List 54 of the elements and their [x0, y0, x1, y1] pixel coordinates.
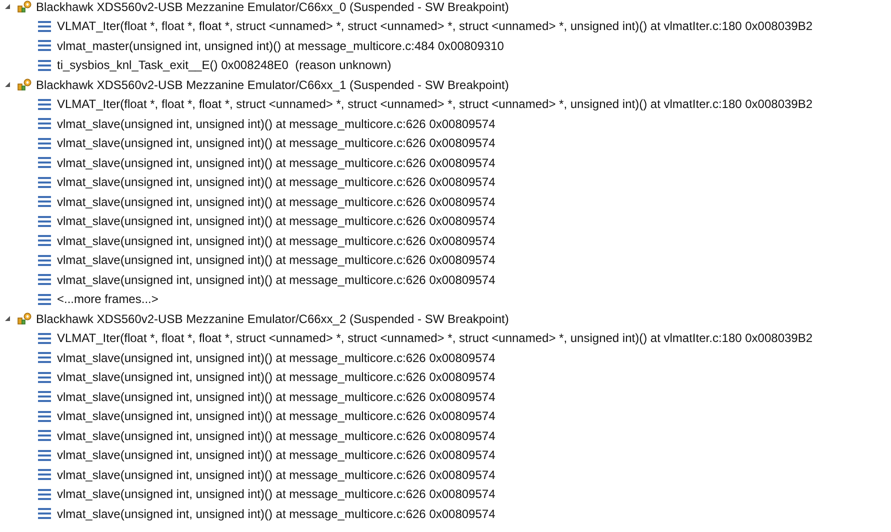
- stack-frame-label[interactable]: vlmat_slave(unsigned int, unsigned int)() at message_multicore.c:626 0x00809574: [57, 212, 496, 230]
- stack-frame-label[interactable]: vlmat_slave(unsigned int, unsigned int)() at message_multicore.c:626 0x00809574: [57, 485, 496, 504]
- stack-frame-icon: [38, 235, 51, 246]
- thread-label[interactable]: Blackhawk XDS560v2-USB Mezzanine Emulator/C66xx_1 (Suspended - SW Breakpoint): [36, 76, 509, 94]
- stack-frame-label[interactable]: vlmat_slave(unsigned int, unsigned int)() at message_multicore.c:626 0x00809574: [57, 388, 496, 406]
- stack-frame-label[interactable]: vlmat_slave(unsigned int, unsigned int)() at message_multicore.c:626 0x00809574: [57, 504, 496, 523]
- stack-frame-label[interactable]: vlmat_slave(unsigned int, unsigned int)() at message_multicore.c:626 0x00809574: [57, 407, 496, 426]
- stack-frame-label[interactable]: vlmat_slave(unsigned int, unsigned int)() at message_multicore.c:626 0x00809574: [57, 192, 496, 211]
- stack-frame-icon: [38, 176, 51, 188]
- stack-frame-icon: [38, 352, 51, 364]
- collapse-triangle-icon[interactable]: [4, 3, 11, 10]
- stack-frame-label[interactable]: ti_sysbios_knl_Task_exit__E() 0x008248E0 (reason unknown): [57, 56, 392, 74]
- stack-frame-icon: [38, 488, 51, 500]
- stack-frame-icon: [38, 294, 51, 305]
- stack-frame-label[interactable]: vlmat_master(unsigned int, unsigned int)() at message_multicore.c:484 0x00809310: [57, 36, 504, 55]
- stack-frame-label[interactable]: <...more frames...>: [57, 290, 158, 308]
- stack-frame-label[interactable]: vlmat_slave(unsigned int, unsigned int)() at message_multicore.c:626 0x00809574: [57, 154, 496, 172]
- stack-frame-label[interactable]: VLMAT_Iter(float *, float *, float *, struct <unnamed> *, struct <unnamed> *, struct <unnamed> *, unsigned int)() at vlmatIter.c:180 0x008039B2: [57, 329, 813, 348]
- stack-frame-icon: [38, 508, 51, 520]
- collapse-triangle-icon[interactable]: [4, 315, 11, 322]
- stack-frame-icon: [38, 372, 51, 383]
- stack-frame-icon: [38, 157, 51, 168]
- stack-frame-label[interactable]: vlmat_slave(unsigned int, unsigned int)() at message_multicore.c:626 0x00809574: [57, 114, 496, 133]
- stack-frame-label[interactable]: vlmat_slave(unsigned int, unsigned int)() at message_multicore.c:626 0x00809574: [57, 426, 496, 445]
- stack-frame-icon: [38, 274, 51, 286]
- stack-frame-icon: [38, 20, 51, 32]
- stack-frame-icon: [38, 450, 51, 461]
- stack-frame-icon: [38, 138, 51, 149]
- stack-frame-label[interactable]: vlmat_slave(unsigned int, unsigned int)() at message_multicore.c:626 0x00809574: [57, 251, 496, 270]
- stack-frame-label[interactable]: vlmat_slave(unsigned int, unsigned int)() at message_multicore.c:626 0x00809574: [57, 446, 496, 464]
- stack-frame-icon: [38, 332, 51, 344]
- stack-frame-icon: [38, 254, 51, 266]
- stack-frame-label[interactable]: vlmat_slave(unsigned int, unsigned int)() at message_multicore.c:626 0x00809574: [57, 466, 496, 484]
- stack-frame-label[interactable]: vlmat_slave(unsigned int, unsigned int)() at message_multicore.c:626 0x00809574: [57, 270, 496, 289]
- stack-frame-label[interactable]: vlmat_slave(unsigned int, unsigned int)() at message_multicore.c:626 0x00809574: [57, 232, 496, 250]
- stack-frame-icon: [38, 98, 51, 110]
- stack-frame-label[interactable]: vlmat_slave(unsigned int, unsigned int)() at message_multicore.c:626 0x00809574: [57, 348, 496, 367]
- stack-frame-label[interactable]: VLMAT_Iter(float *, float *, float *, struct <unnamed> *, struct <unnamed> *, struct <unnamed> *, unsigned int)() at vlmatIter.c:180 0x008039B2: [57, 95, 813, 114]
- stack-frame-icon: [38, 391, 51, 402]
- thread-label[interactable]: Blackhawk XDS560v2-USB Mezzanine Emulator/C66xx_0 (Suspended - SW Breakpoint): [36, 0, 509, 16]
- stack-frame-icon: [38, 216, 51, 227]
- stack-frame-icon: [38, 118, 51, 130]
- collapse-triangle-icon[interactable]: [4, 81, 11, 88]
- stack-frame-label[interactable]: vlmat_slave(unsigned int, unsigned int)() at message_multicore.c:626 0x00809574: [57, 173, 496, 192]
- stack-frame-label[interactable]: vlmat_slave(unsigned int, unsigned int)() at message_multicore.c:626 0x00809574: [57, 368, 496, 386]
- stack-frame-icon: [38, 469, 51, 480]
- stack-frame-icon: [38, 60, 51, 71]
- stack-frame-label[interactable]: VLMAT_Iter(float *, float *, float *, struct <unnamed> *, struct <unnamed> *, struct <unnamed> *, unsigned int)() at vlmatIter.c:180 0x008039B2: [57, 17, 813, 36]
- stack-frame-icon: [38, 430, 51, 442]
- stack-frame-label[interactable]: vlmat_slave(unsigned int, unsigned int)() at message_multicore.c:626 0x00809574: [57, 134, 496, 152]
- stack-frame-icon: [38, 410, 51, 422]
- stack-frame-icon: [38, 40, 51, 52]
- thread-label[interactable]: Blackhawk XDS560v2-USB Mezzanine Emulator/C66xx_2 (Suspended - SW Breakpoint): [36, 310, 509, 328]
- stack-frame-icon: [38, 196, 51, 208]
